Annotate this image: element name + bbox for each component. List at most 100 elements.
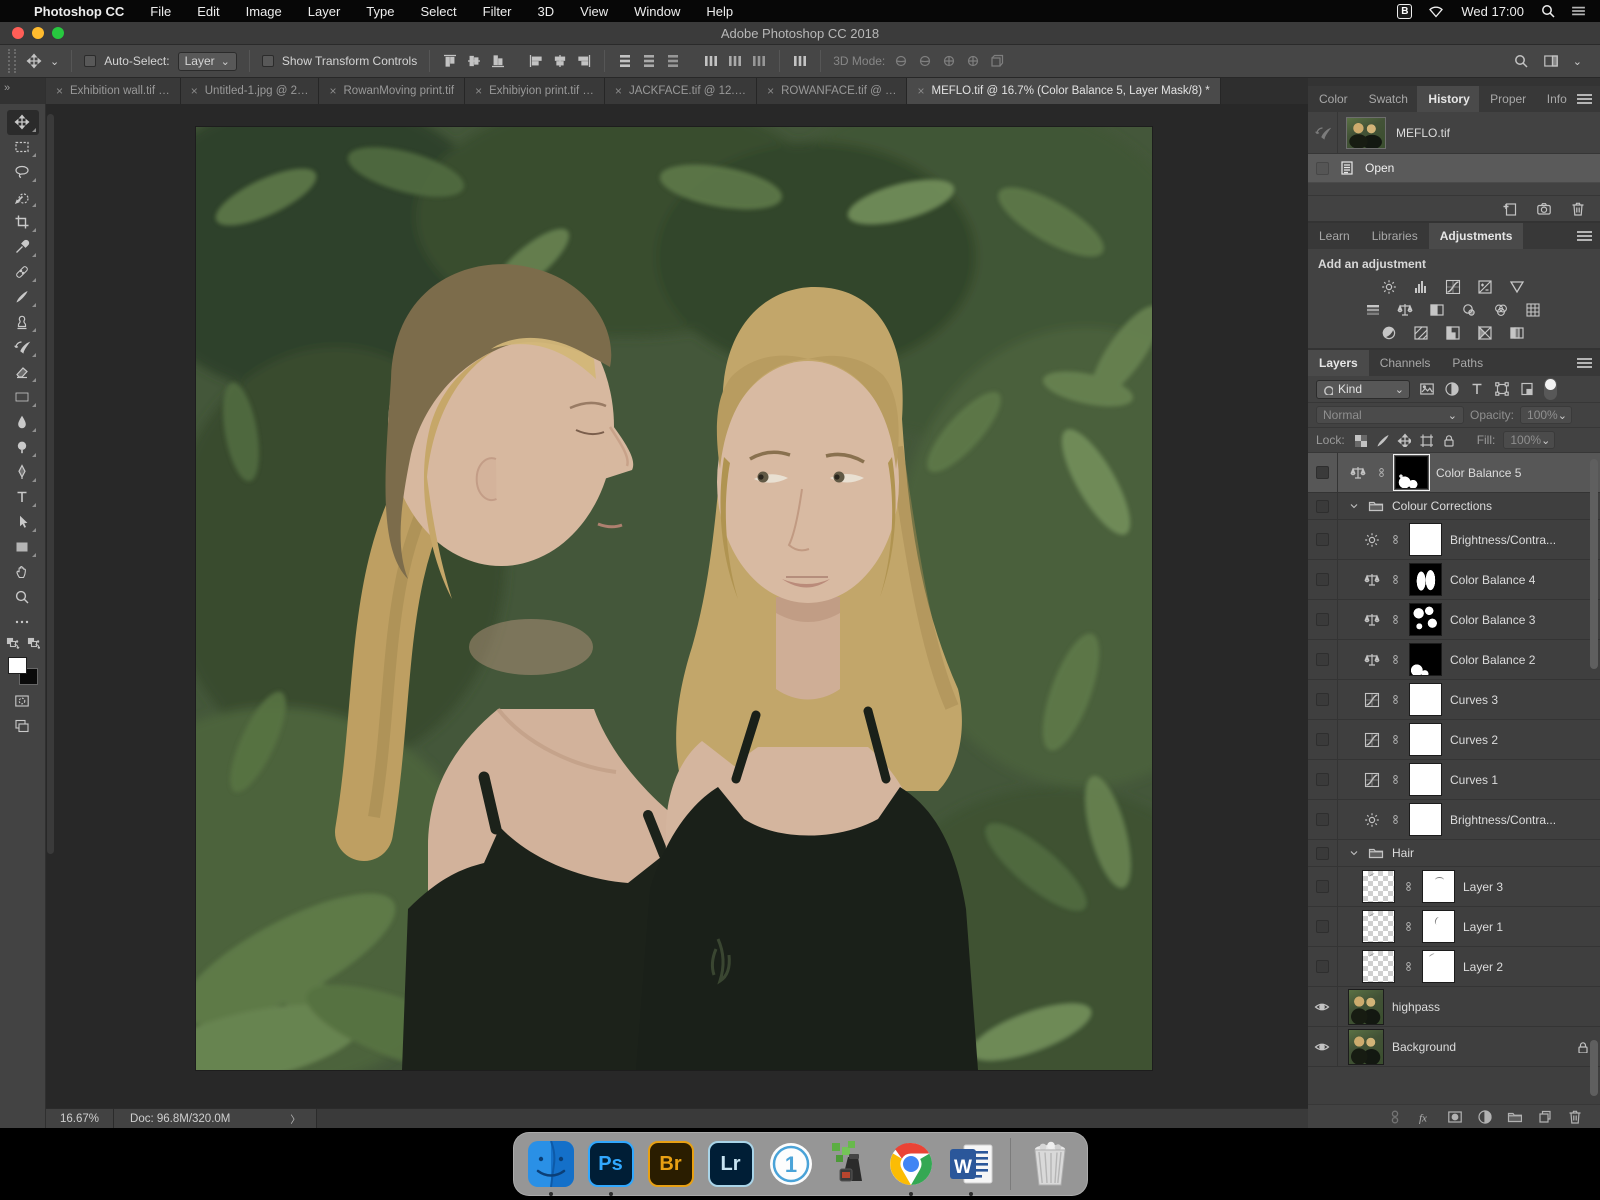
lock-position-icon[interactable] xyxy=(1397,433,1411,447)
mask-link-icon[interactable] xyxy=(1390,732,1401,747)
filter-type-layers-icon[interactable] xyxy=(1469,381,1485,397)
3d-orbit-icon[interactable] xyxy=(893,53,909,69)
layer-mask-thumbnail[interactable] xyxy=(1409,723,1442,756)
black-white-adjustment-icon[interactable] xyxy=(1429,302,1448,317)
new-document-from-state-icon[interactable] xyxy=(1502,201,1518,217)
tab-properties[interactable]: Proper xyxy=(1479,86,1536,112)
visibility-checkbox[interactable] xyxy=(1316,693,1329,706)
layer-name[interactable]: Layer 2 xyxy=(1463,960,1503,974)
3d-pan-icon[interactable] xyxy=(941,53,957,69)
curves-adjustment-icon[interactable] xyxy=(1445,279,1464,294)
visibility-toggle[interactable] xyxy=(1308,760,1338,799)
layer-style-icon[interactable] xyxy=(1417,1109,1432,1124)
visibility-toggle[interactable] xyxy=(1308,907,1338,946)
mask-link-icon[interactable] xyxy=(1390,692,1401,707)
wifi-icon[interactable] xyxy=(1428,3,1445,19)
blend-mode-dropdown[interactable]: Normal xyxy=(1316,406,1464,424)
dock-chrome[interactable] xyxy=(886,1139,936,1189)
visibility-checkbox[interactable] xyxy=(1316,500,1329,513)
document-image[interactable] xyxy=(196,127,1152,1070)
exposure-adjustment-icon[interactable] xyxy=(1477,279,1496,294)
layer-name[interactable]: Layer 1 xyxy=(1463,920,1503,934)
layer-filter-kind-dropdown[interactable]: Kind xyxy=(1316,380,1410,399)
lock-transparency-icon[interactable] xyxy=(1353,433,1367,447)
mask-link-icon[interactable] xyxy=(1376,465,1387,480)
pen-tool[interactable] xyxy=(7,460,39,485)
chevron-down-icon[interactable] xyxy=(1348,500,1360,512)
menu-clock[interactable]: Wed 17:00 xyxy=(1461,4,1524,19)
tab-learn[interactable]: Learn xyxy=(1308,223,1361,249)
visibility-toggle[interactable] xyxy=(1308,640,1338,679)
history-state-open[interactable]: Open xyxy=(1308,154,1600,183)
visibility-toggle[interactable] xyxy=(1308,947,1338,986)
dock-capture-one[interactable]: 1 xyxy=(766,1139,816,1189)
layer-mask-thumbnail[interactable] xyxy=(1409,763,1442,796)
layer-row[interactable]: Brightness/Contra... xyxy=(1308,520,1600,560)
menu-edit[interactable]: Edit xyxy=(197,4,219,19)
document-tab[interactable]: ROWANFACE.tif @ … xyxy=(757,78,907,104)
visibility-checkbox[interactable] xyxy=(1316,813,1329,826)
document-tab[interactable]: Exhibition wall.tif … xyxy=(46,78,181,104)
history-state-checkbox[interactable] xyxy=(1316,162,1329,175)
workspace-chevron-icon[interactable] xyxy=(1573,54,1582,68)
layer-thumbnail[interactable] xyxy=(1362,910,1395,943)
panel-menu-icon[interactable] xyxy=(1577,358,1592,368)
menu-help[interactable]: Help xyxy=(706,4,733,19)
visibility-toggle[interactable] xyxy=(1308,800,1338,839)
tab-paths[interactable]: Paths xyxy=(1441,350,1494,376)
filter-smart-objects-icon[interactable] xyxy=(1519,381,1535,397)
visibility-toggle[interactable] xyxy=(1308,600,1338,639)
document-tab[interactable]: JACKFACE.tif @ 12.… xyxy=(605,78,757,104)
visibility-toggle[interactable] xyxy=(1308,680,1338,719)
menu-view[interactable]: View xyxy=(580,4,608,19)
layer-thumbnail[interactable] xyxy=(1362,950,1395,983)
box-sync-icon[interactable]: B xyxy=(1397,4,1412,19)
visibility-toggle[interactable] xyxy=(1308,987,1338,1026)
lock-pixels-icon[interactable] xyxy=(1375,433,1389,447)
mask-link-icon[interactable] xyxy=(1390,652,1401,667)
layer-group-row[interactable]: Hair xyxy=(1308,840,1600,867)
visibility-checkbox[interactable] xyxy=(1316,653,1329,666)
eye-icon[interactable] xyxy=(1314,1039,1331,1055)
layer-name[interactable]: Curves 3 xyxy=(1450,693,1498,707)
menu-window[interactable]: Window xyxy=(634,4,680,19)
link-layers-icon[interactable] xyxy=(1387,1109,1402,1124)
document-canvas-area[interactable] xyxy=(46,104,1308,1108)
layer-group-row[interactable]: Colour Corrections xyxy=(1308,493,1600,520)
mask-link-icon[interactable] xyxy=(1390,772,1401,787)
menu-type[interactable]: Type xyxy=(366,4,394,19)
tab-swatches[interactable]: Swatch xyxy=(1358,86,1418,112)
edit-toolbar-button[interactable] xyxy=(7,610,39,635)
eraser-tool[interactable] xyxy=(7,360,39,385)
history-source-thumbnail[interactable] xyxy=(1346,117,1386,149)
status-menu-chevron-icon[interactable] xyxy=(290,1111,300,1126)
invert-adjustment-icon[interactable] xyxy=(1381,325,1400,340)
group-name[interactable]: Colour Corrections xyxy=(1392,499,1492,513)
brightness-contrast-adjustment-icon[interactable] xyxy=(1381,279,1400,294)
layer-row[interactable]: highpass xyxy=(1308,987,1600,1027)
visibility-toggle[interactable] xyxy=(1308,720,1338,759)
eyedropper-tool[interactable] xyxy=(7,235,39,260)
quick-mask-button[interactable] xyxy=(7,689,39,714)
screen-mode-button[interactable] xyxy=(7,714,39,739)
lock-artboard-icon[interactable] xyxy=(1419,433,1433,447)
lock-all-icon[interactable] xyxy=(1441,433,1455,447)
dock-photoshop[interactable]: Ps xyxy=(586,1139,636,1189)
visibility-checkbox[interactable] xyxy=(1316,533,1329,546)
visibility-toggle[interactable] xyxy=(1308,1027,1338,1066)
visibility-toggle[interactable] xyxy=(1308,560,1338,599)
document-tab[interactable]: Untitled-1.jpg @ 2… xyxy=(181,78,320,104)
zoom-tool[interactable] xyxy=(7,585,39,610)
type-tool[interactable] xyxy=(7,485,39,510)
tab-layers[interactable]: Layers xyxy=(1308,350,1369,376)
layer-name[interactable]: highpass xyxy=(1392,1000,1440,1014)
dock-trash[interactable] xyxy=(1025,1139,1075,1189)
layer-row[interactable]: Curves 1 xyxy=(1308,760,1600,800)
close-icon[interactable] xyxy=(475,84,482,98)
add-layer-mask-icon[interactable] xyxy=(1447,1109,1462,1124)
layer-mask-thumbnail[interactable] xyxy=(1409,523,1442,556)
align-right-edges-icon[interactable] xyxy=(576,53,592,69)
menu-3d[interactable]: 3D xyxy=(538,4,555,19)
new-snapshot-icon[interactable] xyxy=(1536,201,1552,217)
new-layer-icon[interactable] xyxy=(1537,1109,1552,1124)
